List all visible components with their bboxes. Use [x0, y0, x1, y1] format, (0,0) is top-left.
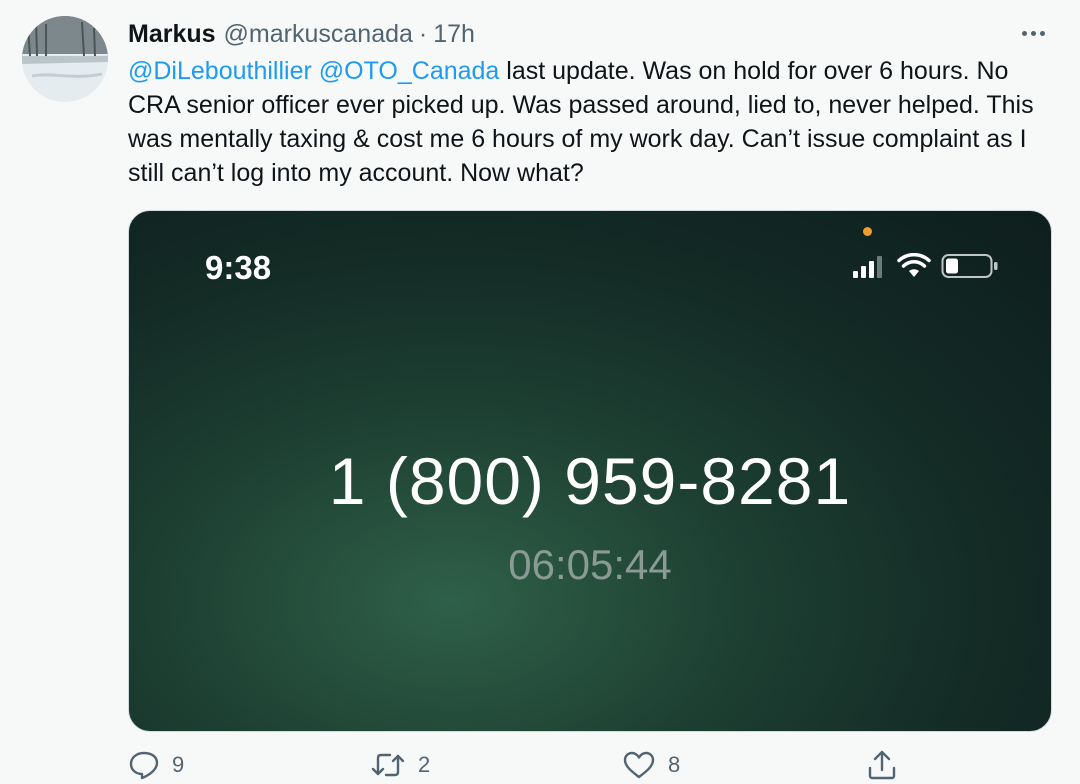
- phone-status-time: 9:38: [205, 249, 272, 286]
- avatar[interactable]: [22, 16, 108, 102]
- reply-icon: [129, 751, 159, 780]
- retweet-icon: [371, 753, 405, 777]
- user-handle[interactable]: @markuscanada: [224, 20, 413, 49]
- more-options-button[interactable]: [1016, 22, 1050, 44]
- phone-status-icons: [853, 251, 999, 281]
- wifi-icon: [897, 253, 931, 277]
- reply-count: 9: [172, 752, 185, 777]
- like-count: 8: [668, 752, 681, 777]
- tweet-header: Markus @markuscanada · 17h: [128, 18, 475, 50]
- timestamp[interactable]: 17h: [433, 20, 475, 49]
- reply-button[interactable]: 9: [128, 748, 184, 782]
- mention-link[interactable]: @OTO_Canada: [319, 57, 500, 85]
- tweet[interactable]: Markus @markuscanada · 17h @DiLebouthill…: [0, 0, 1080, 784]
- display-name[interactable]: Markus: [128, 20, 216, 49]
- retweet-count: 2: [418, 752, 431, 777]
- tweet-text: @DiLebouthillier @OTO_Canada last update…: [128, 54, 1058, 190]
- battery-icon: [941, 254, 998, 278]
- heart-icon: [623, 751, 655, 779]
- more-dot-icon: [1021, 30, 1027, 36]
- mention-link[interactable]: @DiLebouthillier: [128, 57, 312, 85]
- tweet-actions: 9 2 8: [128, 748, 908, 782]
- phone-number: 1 (800) 959-8281: [328, 444, 852, 518]
- more-dot-icon: [1030, 30, 1036, 36]
- retweet-button[interactable]: 2: [370, 748, 430, 782]
- avatar-image: [22, 16, 108, 102]
- share-button[interactable]: [866, 748, 898, 782]
- share-icon: [868, 750, 896, 780]
- cellular-signal-icon: [853, 256, 882, 278]
- more-dot-icon: [1039, 30, 1045, 36]
- call-timer: 06:05:44: [508, 541, 672, 588]
- like-button[interactable]: 8: [622, 748, 680, 782]
- attached-image[interactable]: 9:38 1 (800) 959-8281 06:05:44: [128, 210, 1052, 732]
- separator-dot: ·: [418, 19, 428, 48]
- microphone-indicator-icon: [863, 227, 872, 236]
